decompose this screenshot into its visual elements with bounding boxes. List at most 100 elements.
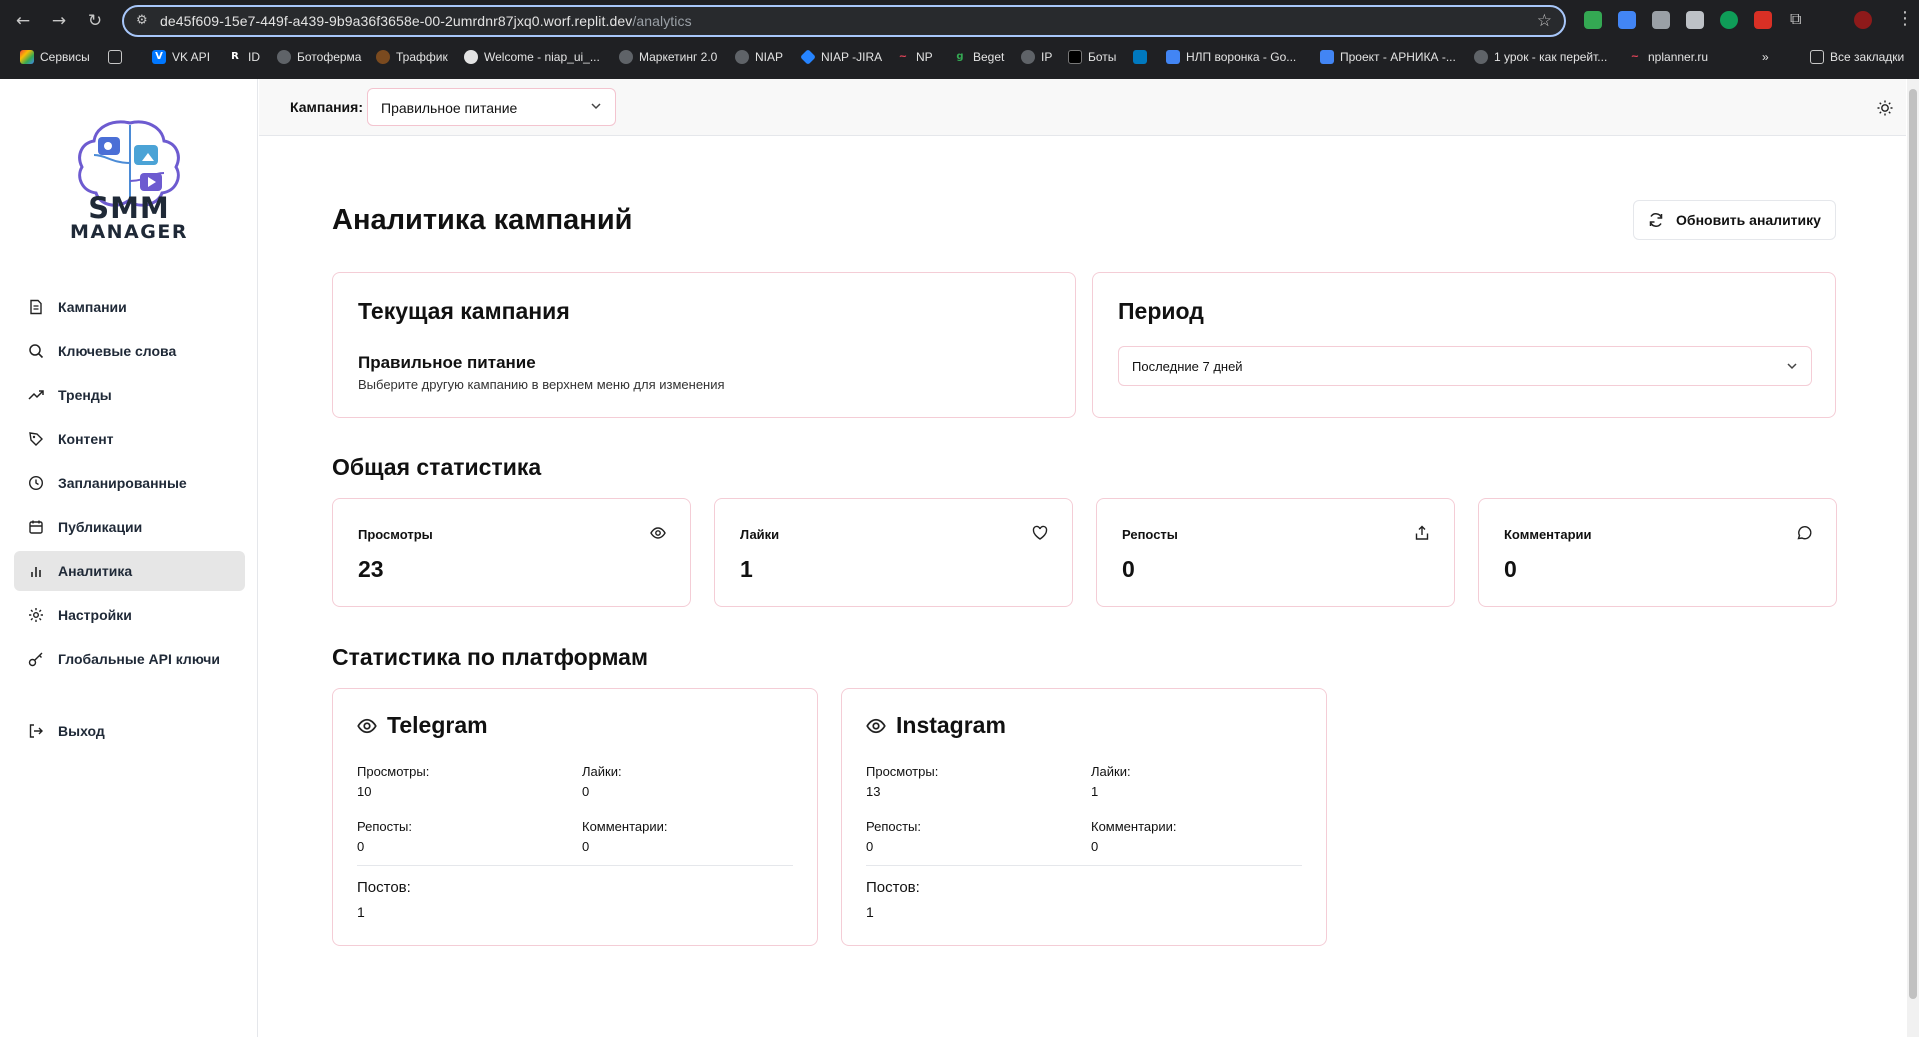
bookmark-item[interactable]: 1 урок - как перейт...	[1474, 47, 1607, 67]
bookmark-item[interactable]: Маркетинг 2.0	[619, 47, 717, 67]
stat-label: Комментарии	[1504, 527, 1592, 542]
trello-icon	[1133, 50, 1147, 64]
extension-icon[interactable]	[1686, 11, 1704, 29]
back-icon[interactable]: ←	[11, 9, 35, 33]
comment-icon	[1797, 526, 1812, 540]
bookmark-item[interactable]	[108, 47, 122, 67]
address-bar[interactable]: ⚙ de45f609-15e7-449f-a439-9b9a36f3658e-0…	[122, 5, 1566, 37]
platform-name: Instagram	[896, 712, 1006, 738]
bookmark-item[interactable]: НЛП воронка - Go...	[1166, 47, 1296, 67]
sidebar-item-label: Ключевые слова	[58, 343, 177, 359]
bookmark-item[interactable]	[1133, 47, 1147, 67]
extension-icon[interactable]	[1720, 11, 1738, 29]
bookmark-item[interactable]: Ботоферма	[277, 47, 361, 67]
sidebar-item-label: Тренды	[58, 387, 112, 403]
bookmark-item[interactable]: Траффик	[376, 47, 448, 67]
refresh-analytics-button[interactable]: Обновить аналитику	[1633, 200, 1836, 240]
refresh-icon	[1649, 213, 1663, 227]
file-icon	[30, 299, 42, 315]
divider	[866, 865, 1302, 866]
bookmark-item[interactable]: Боты	[1068, 47, 1116, 67]
grid-icon	[108, 50, 122, 64]
search-icon	[29, 344, 44, 359]
all-bookmarks[interactable]: Все закладки	[1810, 47, 1904, 67]
refresh-label: Обновить аналитику	[1676, 212, 1821, 228]
extension-icon[interactable]	[1652, 11, 1670, 29]
browser-toolbar: ← → ↻ ⚙ de45f609-15e7-449f-a439-9b9a36f3…	[0, 0, 1919, 42]
theme-toggle-sun-icon[interactable]	[1876, 99, 1894, 117]
globe-icon	[735, 50, 749, 64]
bookmark-item[interactable]: R ID	[228, 47, 260, 67]
apps-grid-icon	[20, 50, 34, 64]
sidebar-item-label: Контент	[58, 431, 114, 447]
bookmark-item[interactable]: Welcome - niap_ui_...	[464, 47, 600, 67]
profile-avatar-icon[interactable]	[1854, 11, 1872, 29]
bar-chart-icon	[31, 567, 41, 577]
extension-icon[interactable]	[1618, 11, 1636, 29]
sidebar-item-keywords[interactable]: Ключевые слова	[14, 331, 245, 371]
platform-stats-title: Статистика по платформам	[332, 644, 648, 670]
metric-value: 13	[866, 784, 881, 799]
chevron-down-icon	[1787, 363, 1797, 370]
browser-menu-icon[interactable]: ⋮	[1896, 8, 1914, 29]
divider	[357, 865, 793, 866]
bookmarks-bar: Сервисы V VK API R ID Ботоферма Траффик We…	[0, 43, 1919, 71]
globe-icon	[1021, 50, 1035, 64]
stat-label: Репосты	[1122, 527, 1178, 542]
scrollbar-thumb[interactable]	[1909, 89, 1917, 999]
docs-icon	[1166, 50, 1180, 64]
metric-label: Лайки:	[582, 764, 622, 779]
url-text[interactable]: de45f609-15e7-449f-a439-9b9a36f3658e-00-…	[160, 13, 692, 29]
extension-icon[interactable]	[1754, 11, 1772, 29]
stat-card-likes: Лайки 1	[714, 498, 1073, 607]
sidebar: SMM MANAGER Кампании Ключевые слова Трен…	[0, 79, 258, 1037]
bookmark-item[interactable]: IP	[1021, 47, 1052, 67]
bookmarks-overflow-icon[interactable]: »	[1762, 47, 1769, 67]
page-scrollbar[interactable]	[1907, 79, 1919, 1037]
sidebar-item-label: Запланированные	[58, 475, 187, 491]
gear-icon	[29, 608, 43, 622]
sidebar-item-publications[interactable]: Публикации	[14, 507, 245, 547]
campaign-select[interactable]: Правильное питание	[367, 88, 616, 126]
share-icon	[1415, 525, 1429, 540]
period-select[interactable]: Последние 7 дней	[1118, 346, 1812, 386]
sidebar-item-api-keys[interactable]: Глобальные API ключи	[14, 639, 245, 679]
metric-value: 0	[357, 839, 365, 854]
extensions-puzzle-icon[interactable]: ⧉	[1790, 9, 1801, 29]
bookmark-item[interactable]: ~ NP	[896, 47, 933, 67]
posts-label: Постов:	[357, 879, 411, 896]
metric-label: Репосты:	[866, 819, 922, 834]
sidebar-item-analytics[interactable]: Аналитика	[14, 551, 245, 591]
browser-chrome: ← → ↻ ⚙ de45f609-15e7-449f-a439-9b9a36f3…	[0, 0, 1919, 79]
campaign-label: Кампания:	[290, 99, 363, 115]
bookmark-item[interactable]: Сервисы	[20, 47, 90, 67]
globe-icon	[277, 50, 291, 64]
metric-value: 0	[866, 839, 874, 854]
sidebar-item-scheduled[interactable]: Запланированные	[14, 463, 245, 503]
sidebar-item-content[interactable]: Контент	[14, 419, 245, 459]
bookmark-item[interactable]: V VK API	[152, 47, 210, 67]
stat-card-comments: Комментарии 0	[1478, 498, 1837, 607]
platform-card-instagram: Instagram Просмотры: 13 Лайки: 1 Репосты…	[841, 688, 1327, 946]
page-title: Аналитика кампаний	[332, 204, 633, 236]
forward-icon[interactable]: →	[47, 9, 71, 33]
site-info-icon[interactable]: ⚙	[136, 13, 148, 28]
bookmark-item[interactable]: g Beget	[953, 47, 1004, 67]
calendar-icon	[29, 520, 43, 534]
extension-icon[interactable]	[1584, 11, 1602, 29]
bookmark-item[interactable]: Проект - АРНИКА -...	[1320, 47, 1456, 67]
sidebar-item-trends[interactable]: Тренды	[14, 375, 245, 415]
platform-heading: Instagram	[866, 712, 1006, 739]
sidebar-item-label: Кампании	[58, 299, 127, 315]
current-campaign-card: Текущая кампания Правильное питание Выбе…	[332, 272, 1076, 418]
bookmark-item[interactable]: NIAP	[735, 47, 783, 67]
sidebar-item-campaigns[interactable]: Кампании	[14, 287, 245, 327]
bookmark-star-icon[interactable]: ☆	[1537, 11, 1552, 31]
reload-icon[interactable]: ↻	[83, 9, 107, 33]
github-icon	[464, 50, 478, 64]
logout-button[interactable]: Выход	[14, 711, 245, 751]
bookmark-item[interactable]: NIAP -JIRA	[800, 47, 882, 67]
metric-value: 1	[1091, 784, 1099, 799]
bookmark-item[interactable]: ~ nplanner.ru	[1628, 47, 1708, 67]
sidebar-item-settings[interactable]: Настройки	[14, 595, 245, 635]
